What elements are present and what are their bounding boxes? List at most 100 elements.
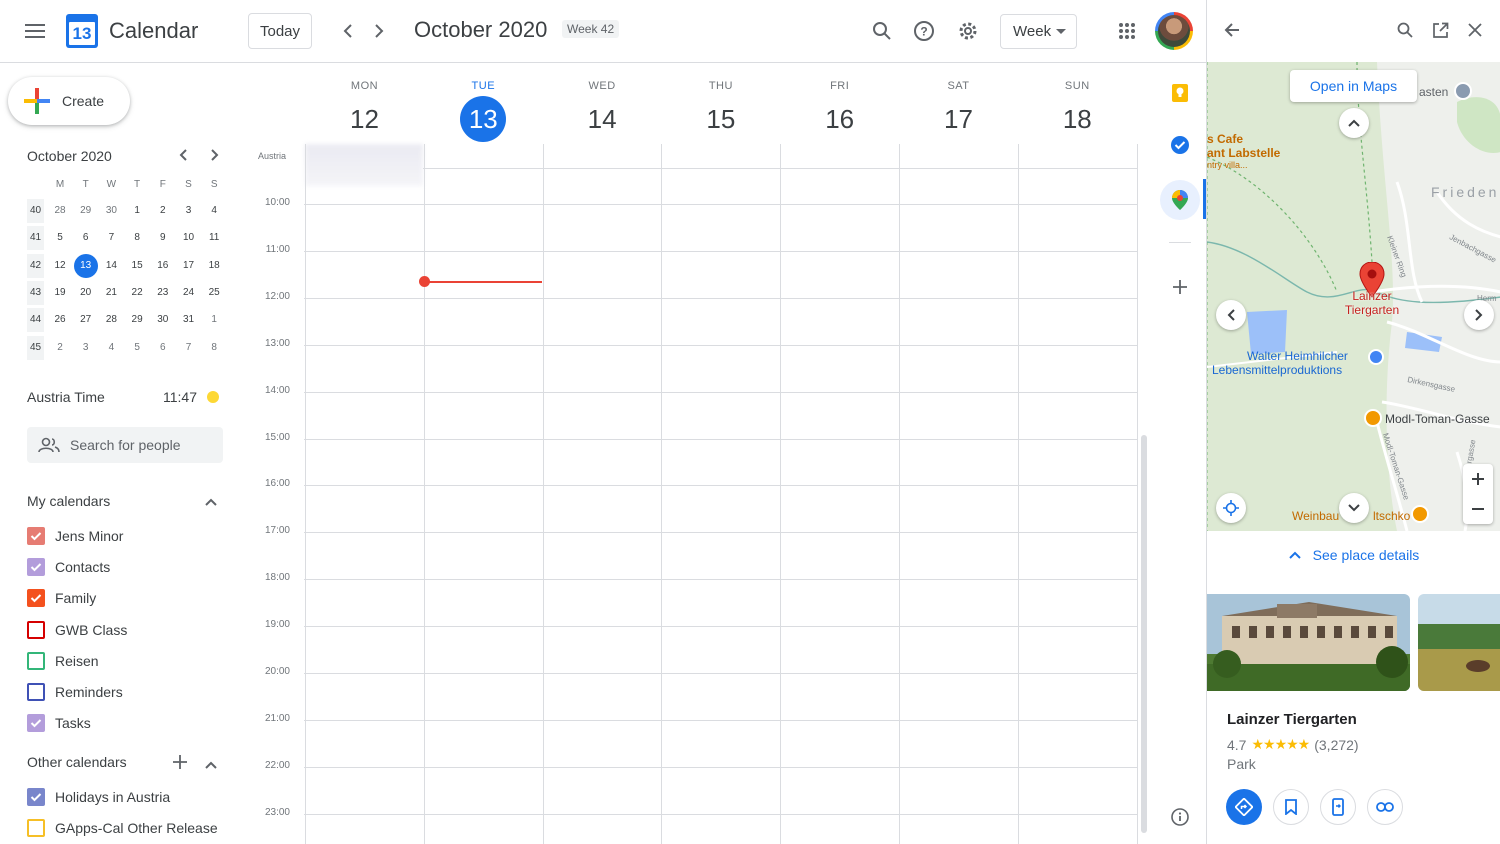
- mini-day[interactable]: 10: [177, 226, 201, 250]
- day-number[interactable]: 18: [1054, 96, 1100, 142]
- checkbox-checked-icon[interactable]: [27, 558, 45, 577]
- open-in-maps-button[interactable]: Open in Maps: [1290, 70, 1417, 102]
- map-wine-icon[interactable]: [1411, 505, 1429, 523]
- mini-week-number[interactable]: 42: [27, 253, 44, 278]
- info-icon[interactable]: [1171, 808, 1189, 831]
- day-number-today[interactable]: 13: [460, 96, 507, 142]
- mini-day[interactable]: 21: [99, 281, 123, 305]
- settings-gear-icon[interactable]: [948, 11, 988, 51]
- mini-next-month-icon[interactable]: [206, 147, 222, 168]
- see-place-details-link[interactable]: See place details: [1207, 547, 1500, 563]
- map-poi-icon[interactable]: [1454, 82, 1472, 100]
- mini-day[interactable]: 25: [202, 281, 226, 305]
- mini-day[interactable]: 5: [125, 336, 149, 360]
- day-number[interactable]: 17: [936, 96, 982, 142]
- map-pan-left-icon[interactable]: [1216, 300, 1246, 330]
- mini-day[interactable]: 19: [48, 281, 72, 305]
- mini-day[interactable]: 3: [74, 336, 98, 360]
- zoom-in-plus-icon[interactable]: [1463, 464, 1493, 494]
- mini-day[interactable]: 1: [202, 308, 226, 332]
- mini-day[interactable]: 8: [202, 336, 226, 360]
- map-pan-right-icon[interactable]: [1464, 300, 1494, 330]
- mini-day[interactable]: 11: [202, 226, 226, 250]
- day-number[interactable]: 12: [342, 96, 388, 142]
- map-pan-down-icon[interactable]: [1339, 493, 1369, 523]
- mini-day[interactable]: 17: [177, 254, 201, 278]
- close-icon[interactable]: [1468, 23, 1482, 42]
- calendar-item[interactable]: Contacts: [27, 555, 110, 579]
- day-number[interactable]: 16: [817, 96, 863, 142]
- map-pan-up-icon[interactable]: [1339, 108, 1369, 138]
- calendar-item[interactable]: GWB Class: [27, 618, 127, 642]
- mini-day[interactable]: 22: [125, 281, 149, 305]
- mini-day[interactable]: 30: [99, 199, 123, 223]
- today-button[interactable]: Today: [248, 13, 312, 49]
- map-restaurant-icon[interactable]: [1364, 409, 1382, 427]
- calendar-item[interactable]: Jens Minor: [27, 524, 123, 548]
- mini-day[interactable]: 7: [177, 336, 201, 360]
- map-view[interactable]: s Cafe ant Labstelle ntry villa... asten…: [1207, 62, 1500, 531]
- view-select[interactable]: Week: [1000, 14, 1077, 49]
- mini-day[interactable]: 16: [151, 254, 175, 278]
- mini-day[interactable]: 30: [151, 308, 175, 332]
- panel-search-icon[interactable]: [1397, 22, 1413, 43]
- calendar-item[interactable]: Family: [27, 586, 96, 610]
- mini-day[interactable]: 7: [99, 226, 123, 250]
- calendar-item[interactable]: Reminders: [27, 680, 123, 704]
- send-to-phone-button[interactable]: [1320, 789, 1356, 825]
- mini-day[interactable]: 9: [151, 226, 175, 250]
- open-new-window-icon[interactable]: [1432, 22, 1449, 44]
- mini-day[interactable]: 26: [48, 308, 72, 332]
- checkbox-checked-icon[interactable]: [27, 788, 45, 806]
- add-other-calendar-icon[interactable]: [172, 754, 188, 775]
- checkbox-unchecked-icon[interactable]: [27, 620, 45, 639]
- checkbox-unchecked-icon[interactable]: [27, 819, 45, 838]
- mini-day[interactable]: 18: [202, 254, 226, 278]
- mini-day-today[interactable]: 13: [73, 253, 98, 278]
- mini-day[interactable]: 6: [151, 336, 175, 360]
- map-shop-icon[interactable]: [1368, 349, 1384, 365]
- map-recenter-icon[interactable]: [1216, 493, 1246, 523]
- directions-button[interactable]: [1226, 789, 1262, 825]
- place-review-count[interactable]: (3,272): [1314, 737, 1358, 753]
- create-button[interactable]: Create: [8, 77, 130, 125]
- mini-day[interactable]: 27: [74, 308, 98, 332]
- mini-day[interactable]: 15: [125, 254, 149, 278]
- mini-day[interactable]: 2: [48, 336, 72, 360]
- search-icon[interactable]: [862, 11, 902, 51]
- mini-day[interactable]: 6: [74, 226, 98, 250]
- place-photo-villa[interactable]: [1207, 594, 1410, 691]
- checkbox-checked-icon[interactable]: [27, 589, 45, 608]
- mini-day[interactable]: 3: [177, 199, 201, 223]
- mini-week-number[interactable]: 45: [27, 335, 44, 360]
- tasks-icon[interactable]: [1170, 135, 1190, 160]
- checkbox-checked-icon[interactable]: [27, 714, 45, 733]
- search-people-field[interactable]: Search for people: [27, 427, 223, 463]
- checkbox-unchecked-icon[interactable]: [27, 651, 45, 670]
- other-calendars-heading[interactable]: Other calendars: [27, 754, 127, 770]
- my-calendars-heading[interactable]: My calendars: [27, 493, 110, 509]
- mini-day[interactable]: 1: [125, 199, 149, 223]
- mini-day[interactable]: 28: [48, 199, 72, 223]
- main-menu-icon[interactable]: [15, 11, 55, 51]
- mini-day[interactable]: 14: [99, 254, 123, 278]
- collapse-my-calendars-icon[interactable]: [204, 494, 218, 512]
- checkbox-unchecked-icon[interactable]: [27, 683, 45, 701]
- mini-day[interactable]: 4: [99, 336, 123, 360]
- calendar-item[interactable]: Tasks: [27, 711, 91, 735]
- mini-day[interactable]: 28: [99, 308, 123, 332]
- mini-day[interactable]: 8: [125, 226, 149, 250]
- mini-week-number[interactable]: 44: [27, 308, 44, 333]
- mini-day[interactable]: 31: [177, 308, 201, 332]
- calendar-item[interactable]: GApps-Cal Other Release: [27, 816, 218, 840]
- mini-week-number[interactable]: 40: [27, 199, 44, 223]
- save-place-button[interactable]: [1273, 789, 1309, 825]
- mini-day[interactable]: 4: [202, 199, 226, 223]
- mini-day[interactable]: 24: [177, 281, 201, 305]
- account-avatar[interactable]: [1155, 12, 1193, 50]
- zoom-out-minus-icon[interactable]: [1463, 494, 1493, 524]
- keep-icon[interactable]: [1170, 83, 1190, 108]
- calendar-item[interactable]: Reisen: [27, 649, 99, 673]
- calendar-logo[interactable]: 13: [66, 14, 98, 48]
- mini-day[interactable]: 29: [125, 308, 149, 332]
